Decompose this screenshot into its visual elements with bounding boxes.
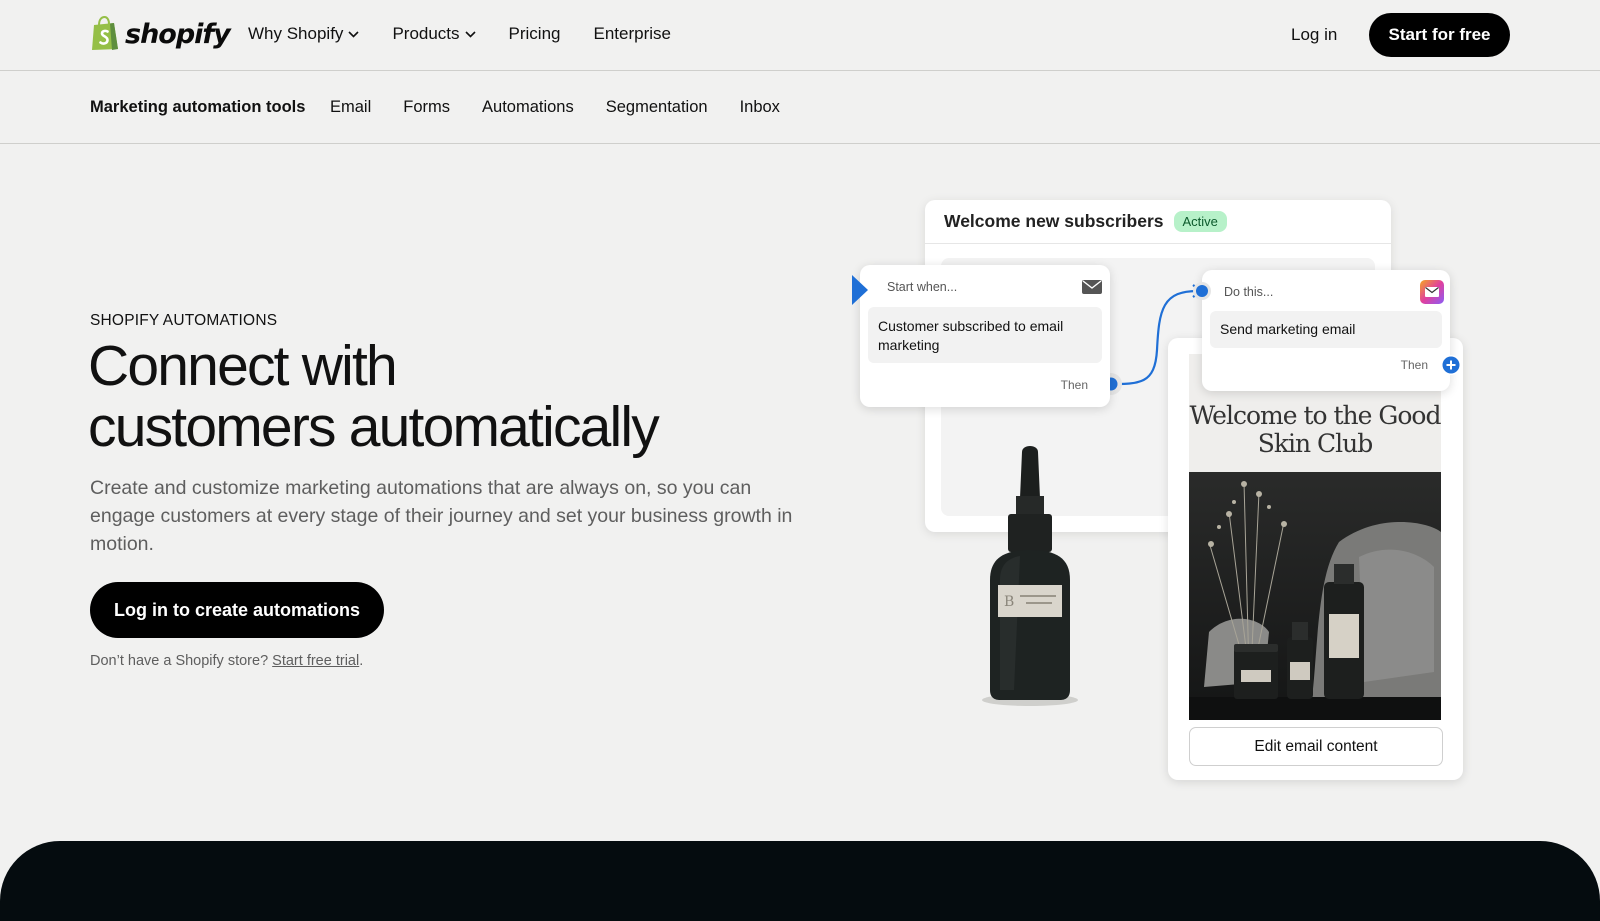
action-node[interactable]: Do this... Send marketing email Then xyxy=(1202,270,1461,391)
subnav-title[interactable]: Marketing automation tools xyxy=(90,98,305,117)
shopify-wordmark: shopify xyxy=(125,19,231,50)
nav-enterprise[interactable]: Enterprise xyxy=(594,24,671,44)
start-free-trial-link[interactable]: Start free trial xyxy=(272,653,359,669)
subnav-item-automations[interactable]: Automations xyxy=(482,98,574,117)
hero-eyebrow: SHOPIFY AUTOMATIONS xyxy=(90,312,278,329)
trigger-body: Customer subscribed to email marketing xyxy=(868,307,1102,363)
plus-icon[interactable] xyxy=(1440,354,1462,376)
status-badge: Active xyxy=(1173,211,1227,232)
top-navigation: shopify Why Shopify Products Pricing Ent… xyxy=(0,0,1600,71)
hero-title-line-2: customers automatically xyxy=(88,395,660,459)
nav-enterprise-label: Enterprise xyxy=(593,24,671,43)
shopify-bag-icon xyxy=(90,15,121,51)
svg-text:B: B xyxy=(1004,594,1014,610)
email-headline: Welcome to the Good Skin Club xyxy=(1189,401,1442,458)
login-create-automations-button[interactable]: Log in to create automations xyxy=(90,582,384,638)
action-header: Do this... xyxy=(1224,285,1274,299)
edit-email-content-button[interactable]: Edit email content xyxy=(1189,727,1443,766)
nav-pricing[interactable]: Pricing xyxy=(509,24,561,44)
trial-prompt-suffix: . xyxy=(359,653,364,669)
nav-why-shopify-label: Why Shopify xyxy=(248,24,344,43)
email-product-photo xyxy=(1189,472,1441,720)
trigger-header: Start when... xyxy=(887,280,958,294)
email-preview-card: Welcome to the Good Skin Club Edit email… xyxy=(1168,338,1463,780)
hero-title-line-1: Connect with xyxy=(88,334,398,398)
subnav-item-segmentation[interactable]: Segmentation xyxy=(606,98,708,117)
envelope-icon xyxy=(1082,280,1102,294)
workflow-card-header: Welcome new subscribers Active xyxy=(925,200,1391,244)
chevron-down-icon xyxy=(348,30,360,38)
subnav-item-inbox[interactable]: Inbox xyxy=(740,98,780,117)
hero-title: Connect with customers automatically xyxy=(88,336,788,458)
sub-navigation: Marketing automation tools Email Forms A… xyxy=(0,71,1600,144)
connector-endpoint-icon xyxy=(1193,282,1211,300)
dropper-bottle-image: B xyxy=(982,446,1078,706)
nav-products-label: Products xyxy=(392,24,460,43)
marketing-email-icon xyxy=(1420,280,1444,304)
main-nav-links: Why Shopify Products Pricing Enterprise xyxy=(248,24,704,44)
trigger-then-label: Then xyxy=(1060,378,1088,392)
play-marker-icon xyxy=(852,275,868,305)
login-link[interactable]: Log in xyxy=(1291,25,1337,45)
start-for-free-button[interactable]: Start for free xyxy=(1369,13,1510,57)
dark-section-band xyxy=(0,841,1600,921)
trial-prompt: Don’t have a Shopify store? Start free t… xyxy=(90,653,363,669)
trigger-node[interactable]: Start when... Customer subscribed to ema… xyxy=(852,265,1110,407)
workflow-title: Welcome new subscribers xyxy=(944,211,1164,231)
subnav-item-email[interactable]: Email xyxy=(330,98,371,117)
trial-prompt-text: Don’t have a Shopify store? xyxy=(90,653,273,669)
shopify-logo[interactable]: shopify xyxy=(90,15,231,51)
nav-products[interactable]: Products xyxy=(392,24,476,44)
hero-description: Create and customize marketing automatio… xyxy=(90,477,793,555)
subnav-links: Email Forms Automations Segmentation Inb… xyxy=(330,98,812,117)
chevron-down-icon xyxy=(464,30,476,38)
action-then-label: Then xyxy=(1400,358,1428,372)
nav-why-shopify[interactable]: Why Shopify xyxy=(248,24,360,44)
nav-pricing-label: Pricing xyxy=(508,24,561,43)
subnav-item-forms[interactable]: Forms xyxy=(403,98,450,117)
action-body: Send marketing email xyxy=(1210,311,1442,348)
